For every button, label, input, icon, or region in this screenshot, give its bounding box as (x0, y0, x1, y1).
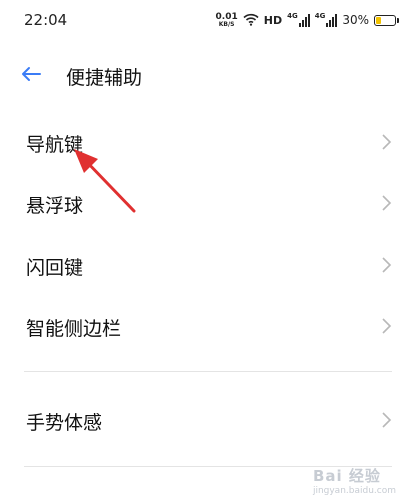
section-divider (24, 371, 392, 372)
signal-icon-2: 4G (314, 11, 338, 27)
wifi-icon (243, 11, 259, 30)
chevron-right-icon (382, 412, 392, 428)
menu-item-gestures[interactable]: 手势体感 (0, 390, 410, 450)
menu-item-navigation-keys[interactable]: 导航键 (0, 112, 410, 172)
network-speed: 0.01 KB/S (216, 12, 238, 28)
chevron-right-icon (382, 257, 392, 273)
menu-item-floating-ball[interactable]: 悬浮球 (0, 173, 410, 233)
chevron-right-icon (382, 318, 392, 334)
menu-item-flashback-key[interactable]: 闪回键 (0, 235, 410, 295)
menu-item-label: 手势体感 (26, 412, 103, 434)
chevron-right-icon (382, 195, 392, 211)
watermark-sub: jingyan.baidu.com (312, 486, 396, 496)
battery-fill (376, 16, 382, 24)
status-icons: 0.01 KB/S HD 4G 4G 30% (216, 10, 399, 30)
arrow-left-icon (22, 67, 41, 81)
back-button[interactable] (16, 60, 46, 88)
signal-icon: 4G (287, 11, 310, 27)
menu-item-label: 悬浮球 (26, 195, 84, 217)
menu-item-label: 智能侧边栏 (26, 318, 122, 340)
page-title: 便捷辅助 (66, 67, 143, 89)
status-time: 22:04 (24, 11, 68, 29)
battery-percent: 30% (342, 13, 369, 27)
hd-indicator: HD (263, 13, 283, 27)
menu-item-smart-sidebar[interactable]: 智能侧边栏 (0, 296, 410, 356)
menu-item-label: 闪回键 (26, 257, 84, 279)
menu-item-label: 导航键 (26, 134, 84, 156)
signal-gen-label: 4G (287, 11, 298, 20)
battery-icon (374, 14, 399, 26)
watermark: Bai 经验 jingyan.baidu.com (313, 465, 396, 496)
chevron-right-icon (382, 134, 392, 150)
signal-gen-label-2: 4G (314, 11, 326, 20)
network-speed-unit: KB/S (218, 20, 235, 28)
header: 便捷辅助 (0, 52, 410, 96)
status-bar: 22:04 0.01 KB/S HD 4G 4G 30% (0, 0, 410, 40)
watermark-text: Bai 经验 (312, 467, 381, 485)
